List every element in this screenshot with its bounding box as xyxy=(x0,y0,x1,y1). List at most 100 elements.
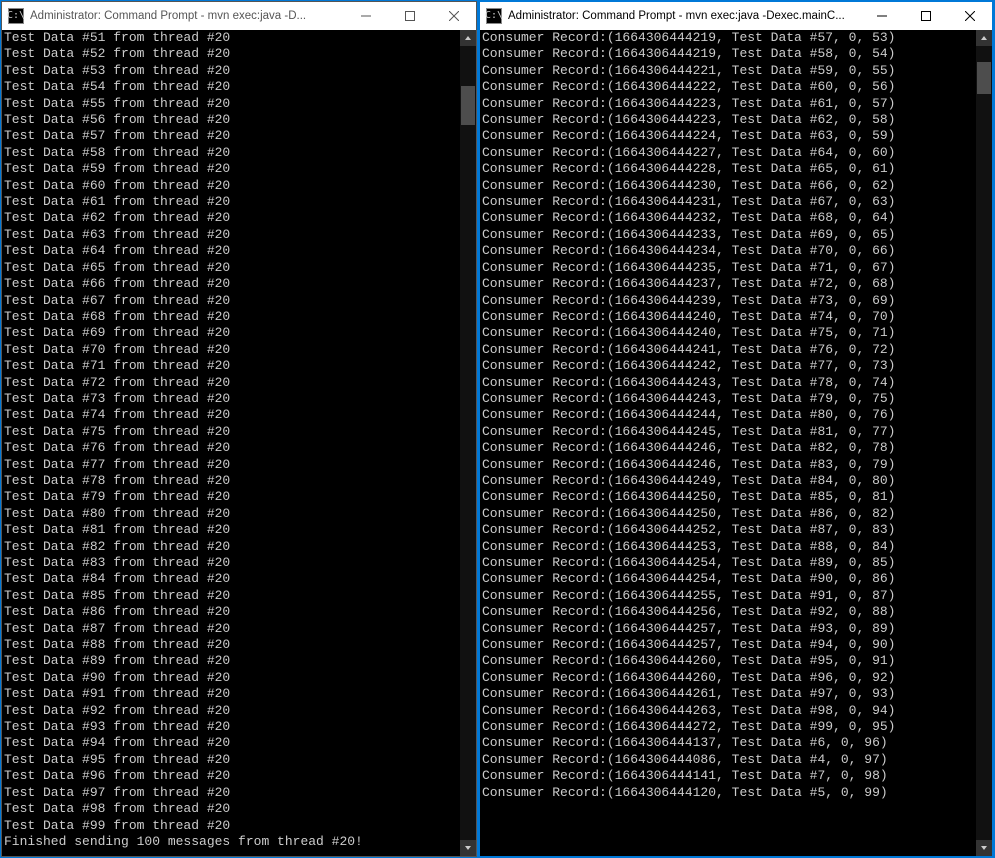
terminal-line: Consumer Record:(1664306444228, Test Dat… xyxy=(482,161,974,177)
terminal-line: Test Data #90 from thread #20 xyxy=(4,670,458,686)
scrollbar[interactable] xyxy=(976,30,992,856)
terminal-line: Consumer Record:(1664306444235, Test Dat… xyxy=(482,260,974,276)
terminal-line: Consumer Record:(1664306444253, Test Dat… xyxy=(482,539,974,555)
terminal-line: Consumer Record:(1664306444240, Test Dat… xyxy=(482,309,974,325)
maximize-button[interactable] xyxy=(904,2,948,30)
terminal-line: Consumer Record:(1664306444234, Test Dat… xyxy=(482,243,974,259)
scrollbar-thumb[interactable] xyxy=(461,86,475,126)
maximize-button[interactable] xyxy=(388,2,432,30)
terminal-line: Consumer Record:(1664306444257, Test Dat… xyxy=(482,621,974,637)
terminal-output[interactable]: Test Data #51 from thread #20Test Data #… xyxy=(2,30,460,856)
terminal-line: Test Data #51 from thread #20 xyxy=(4,30,458,46)
terminal-line: Consumer Record:(1664306444257, Test Dat… xyxy=(482,637,974,653)
terminal-line: Consumer Record:(1664306444227, Test Dat… xyxy=(482,145,974,161)
terminal-line: Test Data #55 from thread #20 xyxy=(4,96,458,112)
titlebar[interactable]: C:\ Administrator: Command Prompt - mvn … xyxy=(2,2,476,30)
scrollbar-thumb[interactable] xyxy=(977,62,991,94)
scroll-up-button[interactable] xyxy=(460,30,476,46)
terminal-line: Test Data #96 from thread #20 xyxy=(4,768,458,784)
terminal-line: Consumer Record:(1664306444223, Test Dat… xyxy=(482,112,974,128)
terminal-line: Test Data #74 from thread #20 xyxy=(4,407,458,423)
terminal-line: Consumer Record:(1664306444242, Test Dat… xyxy=(482,358,974,374)
terminal-line: Consumer Record:(1664306444254, Test Dat… xyxy=(482,555,974,571)
terminal-line: Test Data #58 from thread #20 xyxy=(4,145,458,161)
terminal-line: Finished sending 100 messages from threa… xyxy=(4,834,458,850)
terminal-line: Consumer Record:(1664306444255, Test Dat… xyxy=(482,588,974,604)
terminal-line: Consumer Record:(1664306444141, Test Dat… xyxy=(482,768,974,784)
terminal-line: Test Data #67 from thread #20 xyxy=(4,293,458,309)
terminal-output[interactable]: Consumer Record:(1664306444219, Test Dat… xyxy=(480,30,976,856)
terminal-line: Consumer Record:(1664306444221, Test Dat… xyxy=(482,63,974,79)
terminal-line: Test Data #93 from thread #20 xyxy=(4,719,458,735)
terminal-line: Consumer Record:(1664306444245, Test Dat… xyxy=(482,424,974,440)
terminal-line: Consumer Record:(1664306444137, Test Dat… xyxy=(482,735,974,751)
terminal-line: Consumer Record:(1664306444252, Test Dat… xyxy=(482,522,974,538)
terminal-line: Consumer Record:(1664306444244, Test Dat… xyxy=(482,407,974,423)
terminal-line: Test Data #57 from thread #20 xyxy=(4,128,458,144)
terminal-line: Test Data #98 from thread #20 xyxy=(4,801,458,817)
terminal-line: Test Data #61 from thread #20 xyxy=(4,194,458,210)
scroll-down-button[interactable] xyxy=(976,840,992,856)
terminal-line: Consumer Record:(1664306444246, Test Dat… xyxy=(482,457,974,473)
terminal-line: Consumer Record:(1664306444243, Test Dat… xyxy=(482,391,974,407)
terminal-line: Test Data #71 from thread #20 xyxy=(4,358,458,374)
terminal-line: Test Data #83 from thread #20 xyxy=(4,555,458,571)
terminal-line: Consumer Record:(1664306444237, Test Dat… xyxy=(482,276,974,292)
terminal-line: Consumer Record:(1664306444249, Test Dat… xyxy=(482,473,974,489)
terminal-line: Consumer Record:(1664306444219, Test Dat… xyxy=(482,30,974,46)
terminal-line: Test Data #70 from thread #20 xyxy=(4,342,458,358)
scrollbar-track[interactable] xyxy=(460,46,476,840)
terminal-line: Test Data #62 from thread #20 xyxy=(4,210,458,226)
terminal-line: Test Data #73 from thread #20 xyxy=(4,391,458,407)
terminal-line: Test Data #86 from thread #20 xyxy=(4,604,458,620)
minimize-button[interactable] xyxy=(344,2,388,30)
terminal-line: Consumer Record:(1664306444240, Test Dat… xyxy=(482,325,974,341)
window-controls xyxy=(860,2,992,30)
terminal-line: Consumer Record:(1664306444231, Test Dat… xyxy=(482,194,974,210)
terminal-line: Test Data #85 from thread #20 xyxy=(4,588,458,604)
terminal-line: Consumer Record:(1664306444243, Test Dat… xyxy=(482,375,974,391)
terminal-line: Test Data #78 from thread #20 xyxy=(4,473,458,489)
terminal-line: Consumer Record:(1664306444219, Test Dat… xyxy=(482,46,974,62)
scroll-up-button[interactable] xyxy=(976,30,992,46)
terminal-line: Test Data #91 from thread #20 xyxy=(4,686,458,702)
close-button[interactable] xyxy=(432,2,476,30)
scrollbar-track[interactable] xyxy=(976,46,992,840)
terminal-line: Consumer Record:(1664306444223, Test Dat… xyxy=(482,96,974,112)
terminal-line: Consumer Record:(1664306444222, Test Dat… xyxy=(482,79,974,95)
terminal-line: Test Data #99 from thread #20 xyxy=(4,818,458,834)
terminal-line: Test Data #64 from thread #20 xyxy=(4,243,458,259)
terminal-line: Test Data #88 from thread #20 xyxy=(4,637,458,653)
scroll-down-button[interactable] xyxy=(460,840,476,856)
cmd-window-producer: C:\ Administrator: Command Prompt - mvn … xyxy=(1,1,477,857)
close-button[interactable] xyxy=(948,2,992,30)
terminal-line: Test Data #56 from thread #20 xyxy=(4,112,458,128)
terminal-line: Test Data #94 from thread #20 xyxy=(4,735,458,751)
terminal-line: Test Data #65 from thread #20 xyxy=(4,260,458,276)
terminal-line: Test Data #80 from thread #20 xyxy=(4,506,458,522)
cmd-window-consumer: C:\ Administrator: Command Prompt - mvn … xyxy=(477,1,993,857)
terminal-line: Test Data #54 from thread #20 xyxy=(4,79,458,95)
terminal-line: Test Data #79 from thread #20 xyxy=(4,489,458,505)
terminal-line: Test Data #63 from thread #20 xyxy=(4,227,458,243)
terminal-line: Test Data #92 from thread #20 xyxy=(4,703,458,719)
terminal-line: Test Data #60 from thread #20 xyxy=(4,178,458,194)
terminal-line: Test Data #72 from thread #20 xyxy=(4,375,458,391)
terminal-line: Test Data #97 from thread #20 xyxy=(4,785,458,801)
terminal-line: Test Data #52 from thread #20 xyxy=(4,46,458,62)
window-title: Administrator: Command Prompt - mvn exec… xyxy=(508,10,860,22)
terminal-line: Test Data #82 from thread #20 xyxy=(4,539,458,555)
terminal-line: Consumer Record:(1664306444241, Test Dat… xyxy=(482,342,974,358)
terminal-line: Test Data #59 from thread #20 xyxy=(4,161,458,177)
minimize-button[interactable] xyxy=(860,2,904,30)
terminal-line: Test Data #53 from thread #20 xyxy=(4,63,458,79)
terminal-area: Consumer Record:(1664306444219, Test Dat… xyxy=(480,30,992,856)
cmd-icon: C:\ xyxy=(486,8,502,24)
titlebar[interactable]: C:\ Administrator: Command Prompt - mvn … xyxy=(480,2,992,30)
terminal-line: Test Data #84 from thread #20 xyxy=(4,571,458,587)
terminal-line: Consumer Record:(1664306444239, Test Dat… xyxy=(482,293,974,309)
scrollbar[interactable] xyxy=(460,30,476,856)
terminal-line: Consumer Record:(1664306444230, Test Dat… xyxy=(482,178,974,194)
terminal-line: Consumer Record:(1664306444233, Test Dat… xyxy=(482,227,974,243)
terminal-line: Consumer Record:(1664306444260, Test Dat… xyxy=(482,653,974,669)
